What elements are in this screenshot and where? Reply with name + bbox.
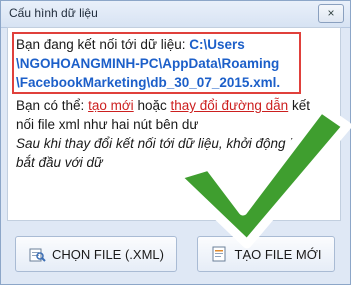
close-button[interactable]: × [318,4,344,23]
choose-file-label: CHỌN FILE (.XML) [52,246,164,262]
change-path-link[interactable]: thay đổi đường dẫn [170,98,288,113]
options-suffix: kết [288,98,310,113]
options-or: hoặc [133,98,171,113]
create-new-link[interactable]: tạo mới [88,98,134,113]
options-prefix: Bạn có thể: [16,98,89,113]
message-line-1: Bạn đang kết nối tới dữ liệu: C:\Users [16,35,245,54]
file-browse-icon [28,245,46,263]
db-path-part-3: \FacebookMarketing\db_30_07_2015.xml. [16,75,281,90]
db-path-part-2: \NGOHOANGMINH-PC\AppData\Roaming [16,56,280,71]
message-line-7: bắt đầu với dữ [16,155,103,170]
message-line-6: Sau khi thay đổi kết nối tới dữ liệu, kh… [16,136,322,151]
close-icon: × [327,6,335,20]
new-file-button[interactable]: TẠO FILE MỚI [197,236,335,272]
message-line-2: \NGOHOANGMINH-PC\AppData\Roaming [16,54,279,73]
db-path-part-1: C:\Users [189,37,245,52]
message-line-3: \FacebookMarketing\db_30_07_2015.xml. [16,73,280,92]
new-file-icon [211,245,229,263]
title-bar: Cấu hình dữ liệu × [1,1,350,28]
config-dialog: Cấu hình dữ liệu × Bạn đang kết nối tới … [0,0,351,285]
new-file-label: TẠO FILE MỚI [234,246,322,262]
message-line-4: Bạn có thể: tạo mới hoặc thay đổi đường … [16,96,310,115]
dialog-title: Cấu hình dữ liệu [9,6,98,20]
connected-label: Bạn đang kết nối tới dữ liệu: [16,37,190,52]
choose-file-button[interactable]: CHỌN FILE (.XML) [15,236,177,272]
message-line-5: nối file xml như hai nút bên dư [16,117,199,132]
message-panel: Bạn đang kết nối tới dữ liệu: C:\Users \… [7,27,341,221]
